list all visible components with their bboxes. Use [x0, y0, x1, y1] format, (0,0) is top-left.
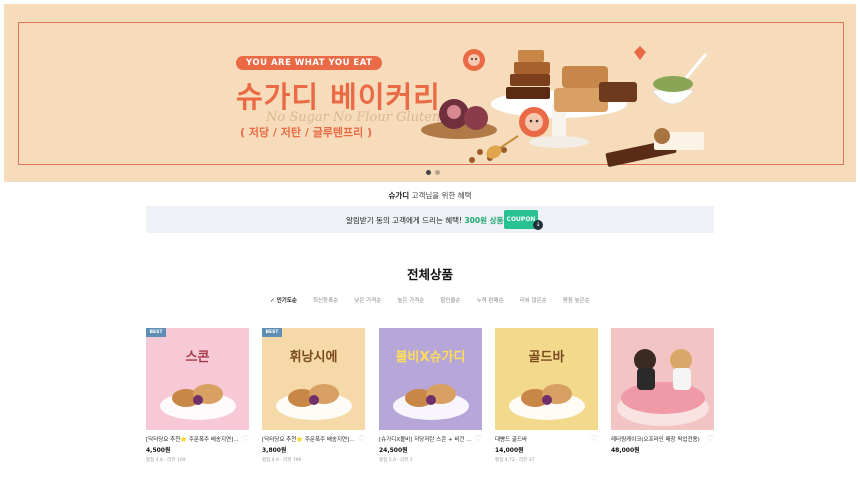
- product-image-title: 스콘: [185, 350, 210, 365]
- product-review: 평점 4.72 · 리뷰 37: [495, 458, 535, 463]
- product-review: 평점 4.8 · 리뷰 109: [146, 458, 186, 463]
- product-review: 평점 5.0 · 리뷰 2: [379, 458, 413, 463]
- product-card[interactable]: 레터링케이크(오프라인 매장 픽업전용) ♡ 48,000원: [611, 328, 714, 454]
- product-image[interactable]: BEST 스콘: [146, 328, 249, 430]
- benefit-title: 슈가디 고객님을 위한 혜택: [0, 190, 860, 201]
- sort-tab[interactable]: 평점 높은순: [563, 296, 590, 304]
- product-name[interactable]: [닥터당요 추천⭐ 주문폭주 배송지연] 스콘: [146, 435, 239, 443]
- product-image[interactable]: 볼비X슈가디: [379, 328, 482, 430]
- sort-tab[interactable]: ✓ 인기도순: [270, 296, 297, 304]
- product-card[interactable]: 골드바대빵드 골드바 ♡ 14,000원평점 4.72 · 리뷰 37: [495, 328, 598, 463]
- best-badge: BEST: [146, 328, 166, 337]
- product-image[interactable]: [611, 328, 714, 430]
- product-image-title: 골드바: [528, 350, 565, 365]
- product-image-title: 볼비X슈가디: [395, 350, 466, 365]
- sort-tabs: ✓ 인기도순 최신등록순 낮은 가격순 높은 가격순 할인율순 누적 판매순 리뷰 많은순 평…: [0, 296, 860, 304]
- product-name[interactable]: 레터링케이크(오프라인 매장 픽업전용): [611, 435, 704, 443]
- product-illustration: [276, 384, 352, 420]
- heart-icon[interactable]: ♡: [242, 435, 249, 443]
- carousel-dot[interactable]: [426, 170, 431, 175]
- bakery-illustration: [421, 46, 708, 167]
- product-name-row: [슈가디X볼비] 저당저탄 스콘 + 비건 요거트 ♡: [379, 435, 482, 444]
- best-badge: BEST: [262, 328, 282, 337]
- benefit-title-rest: 고객님을 위한 혜택: [411, 191, 472, 200]
- product-name[interactable]: [슈가디X볼비] 저당저탄 스콘 + 비건 요거트: [379, 435, 472, 443]
- sort-tab[interactable]: 누적 판매순: [477, 296, 504, 304]
- coupon-banner[interactable]: 알림받기 동의 고객에게 드리는 혜택! 300원 상품중복할인 COUPON …: [146, 206, 714, 233]
- heart-icon[interactable]: ♡: [591, 435, 598, 443]
- sort-tab[interactable]: 최신등록순: [313, 296, 338, 304]
- heart-icon[interactable]: ♡: [707, 435, 714, 443]
- product-illustration: [509, 384, 585, 420]
- product-card[interactable]: 볼비X슈가디 [슈가디X볼비] 저당저탄 스콘 + 비건 요거트 ♡ 24,500원평…: [379, 328, 482, 463]
- banner-tagline: YOU ARE WHAT YOU EAT: [236, 56, 383, 70]
- heart-icon[interactable]: ♡: [358, 435, 365, 443]
- product-name-row: 대빵드 골드바 ♡: [495, 435, 598, 444]
- product-price: 14,000원: [495, 447, 524, 454]
- section-title: 전체상품: [406, 267, 453, 282]
- heart-icon[interactable]: ♡: [475, 435, 482, 443]
- carousel-dots[interactable]: [426, 170, 440, 175]
- product-illustration: [393, 384, 469, 420]
- product-illustration: [160, 384, 236, 420]
- coupon-message: 알림받기 동의 고객에게 드리는 혜택!: [346, 216, 463, 225]
- product-review: 평점 4.9 · 리뷰 790: [262, 458, 302, 463]
- product-price: 4,500원: [146, 447, 171, 454]
- sort-tab[interactable]: 높은 가격순: [397, 296, 424, 304]
- download-icon[interactable]: ↓: [533, 220, 543, 230]
- product-illustration: [617, 349, 709, 426]
- product-image-title: 휘낭시에: [289, 350, 338, 365]
- sort-tab[interactable]: 할인율순: [440, 296, 460, 304]
- banner-subtitle: ( 저당 / 저탄 / 글루텐프리 ): [240, 126, 373, 139]
- product-name[interactable]: 대빵드 골드바: [495, 435, 588, 443]
- product-image[interactable]: 골드바: [495, 328, 598, 430]
- benefit-brand: 슈가디: [388, 191, 410, 200]
- sort-tab[interactable]: 리뷰 많은순: [520, 296, 547, 304]
- product-price: 24,500원: [379, 447, 408, 454]
- sort-tab[interactable]: 낮은 가격순: [354, 296, 381, 304]
- product-card[interactable]: BEST 휘낭시에 [닥터당요 추천⭐ 주문폭주 배송지연] 휘낭시에♡ 3,800원…: [262, 328, 365, 463]
- product-price: 3,800원: [262, 447, 287, 454]
- carousel-dot[interactable]: [435, 170, 440, 175]
- product-name-row: [닥터당요 추천⭐ 주문폭주 배송지연] 휘낭시에♡: [262, 435, 365, 444]
- product-name-row: 레터링케이크(오프라인 매장 픽업전용) ♡: [611, 435, 714, 444]
- hero-banner[interactable]: YOU ARE WHAT YOU EAT 슈가디 베이커리 No Sugar N…: [4, 4, 856, 182]
- product-card[interactable]: BEST 스콘 [닥터당요 추천⭐ 주문폭주 배송지연] 스콘 ♡ 4,500원평점 4…: [146, 328, 249, 463]
- product-name[interactable]: [닥터당요 추천⭐ 주문폭주 배송지연] 휘낭시에: [262, 435, 355, 443]
- product-price: 48,000원: [611, 447, 640, 454]
- product-name-row: [닥터당요 추천⭐ 주문폭주 배송지연] 스콘 ♡: [146, 435, 249, 444]
- product-image[interactable]: BEST 휘낭시에: [262, 328, 365, 430]
